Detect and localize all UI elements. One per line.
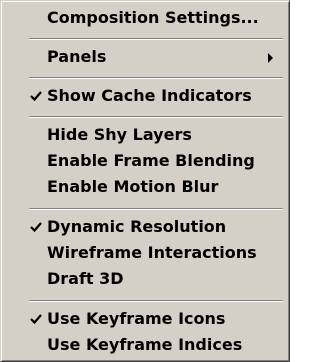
menu-item-draft-3d[interactable]: Draft 3D xyxy=(3,266,287,292)
menu-item-label: Enable Frame Blending xyxy=(47,151,255,170)
menu-item-panels[interactable]: Panels xyxy=(3,44,287,70)
menu-item-label: Show Cache Indicators xyxy=(47,86,252,105)
menu-separator xyxy=(29,38,283,40)
menu-item-dynamic-resolution[interactable]: Dynamic Resolution xyxy=(3,214,287,240)
menu-separator xyxy=(29,116,283,118)
menu-item-label: Hide Shy Layers xyxy=(47,125,192,144)
menu-item-label: Wireframe Interactions xyxy=(47,243,257,262)
menu-item-label: Panels xyxy=(47,47,107,66)
checkmark-icon xyxy=(30,91,42,102)
menu-item-enable-motion-blur[interactable]: Enable Motion Blur xyxy=(3,174,287,200)
menu-item-label: Dynamic Resolution xyxy=(47,217,227,236)
menu-item-label: Use Keyframe Indices xyxy=(47,335,243,354)
menu-item-wireframe-interactions[interactable]: Wireframe Interactions xyxy=(3,240,287,266)
checkmark-icon xyxy=(30,222,42,233)
menu-item-label: Draft 3D xyxy=(47,269,124,288)
menu-item-hide-shy-layers[interactable]: Hide Shy Layers xyxy=(3,122,287,148)
menu-item-composition-settings[interactable]: Composition Settings... xyxy=(3,5,287,31)
menu-item-label: Use Keyframe Icons xyxy=(47,309,226,328)
menu-item-use-keyframe-indices[interactable]: Use Keyframe Indices xyxy=(3,332,287,358)
menu-separator xyxy=(29,208,283,210)
submenu-arrow-icon xyxy=(268,53,273,63)
context-menu: Composition Settings... Panels Show Cach… xyxy=(0,0,290,362)
menu-separator xyxy=(29,300,283,302)
menu-item-show-cache-indicators[interactable]: Show Cache Indicators xyxy=(3,83,287,109)
menu-item-enable-frame-blending[interactable]: Enable Frame Blending xyxy=(3,148,287,174)
checkmark-icon xyxy=(30,314,42,325)
menu-item-use-keyframe-icons[interactable]: Use Keyframe Icons xyxy=(3,306,287,332)
menu-item-label: Enable Motion Blur xyxy=(47,177,219,196)
menu-separator xyxy=(29,77,283,79)
menu-item-label: Composition Settings... xyxy=(47,8,259,27)
